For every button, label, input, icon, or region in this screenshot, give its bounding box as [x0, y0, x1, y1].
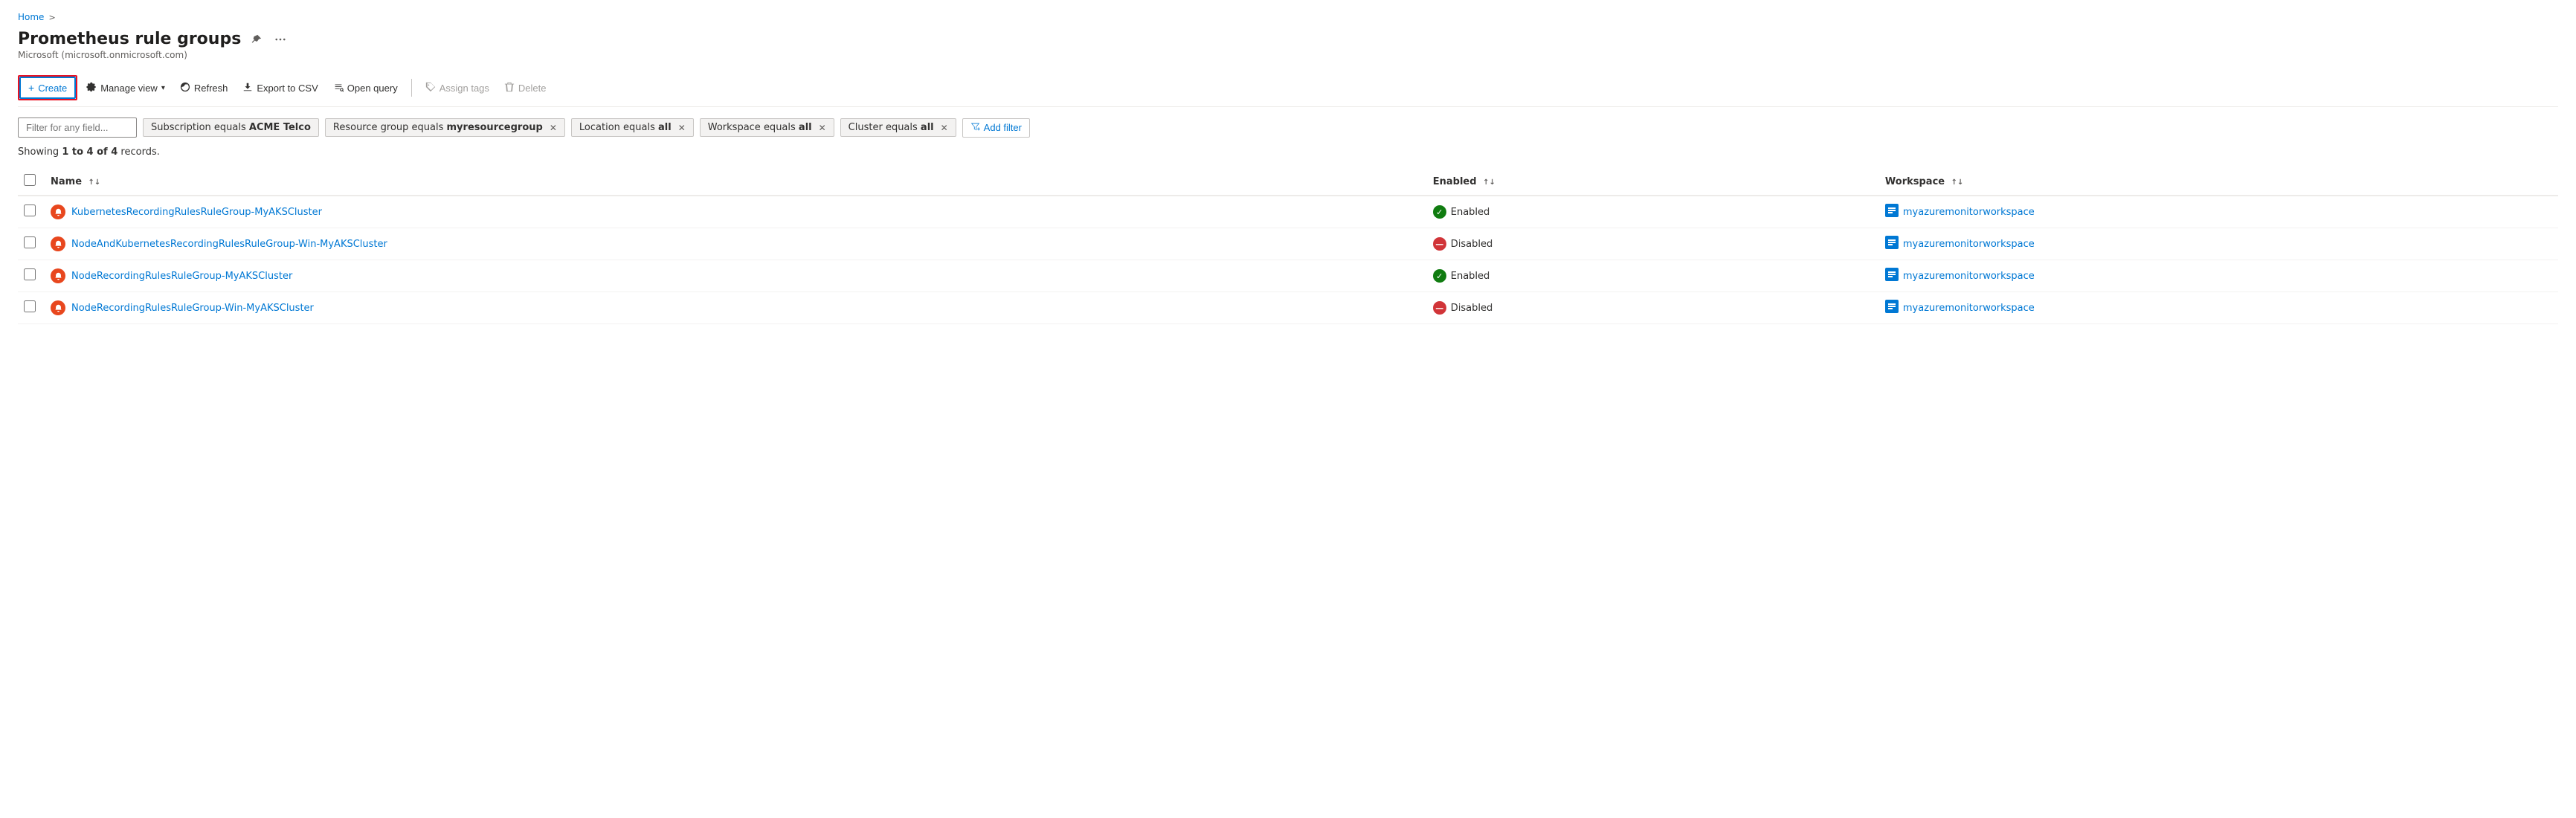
enabled-sort-icon: ↑↓: [1483, 178, 1495, 187]
filter-location-close[interactable]: ✕: [678, 123, 686, 133]
records-count: Showing 1 to 4 of 4 records.: [18, 146, 2558, 158]
row-rule-icon-1: [51, 236, 65, 251]
row-workspace-text-1: myazuremonitorworkspace: [1903, 239, 2035, 250]
page-title: Prometheus rule groups: [18, 30, 241, 48]
filter-workspace-close[interactable]: ✕: [819, 123, 826, 133]
pin-button[interactable]: [248, 33, 265, 46]
row-status-3: Disabled: [1433, 301, 1870, 315]
delete-button[interactable]: Delete: [498, 78, 553, 98]
filter-location: Location equals all ✕: [571, 118, 694, 137]
add-filter-icon: [970, 122, 980, 134]
page-subtitle: Microsoft (microsoft.onmicrosoft.com): [18, 50, 2558, 60]
header-checkbox: [18, 168, 45, 196]
row-name-link-0[interactable]: KubernetesRecordingRulesRuleGroup-MyAKSC…: [51, 204, 1418, 219]
filter-input[interactable]: [18, 117, 137, 138]
row-status-dot-1: [1433, 237, 1446, 251]
breadcrumb-separator: >: [48, 13, 55, 22]
toolbar: + Create Manage view ▾ Refresh: [18, 69, 2558, 107]
filter-cluster-close[interactable]: ✕: [941, 123, 948, 133]
row-status-1: Disabled: [1433, 237, 1870, 251]
header-workspace[interactable]: Workspace ↑↓: [1879, 168, 2558, 196]
manage-view-button[interactable]: Manage view ▾: [80, 78, 171, 98]
row-checkbox-1[interactable]: [24, 236, 36, 248]
select-all-checkbox[interactable]: [24, 174, 36, 186]
header-enabled[interactable]: Enabled ↑↓: [1427, 168, 1879, 196]
gear-icon: [86, 82, 97, 94]
row-name-text-0: KubernetesRecordingRulesRuleGroup-MyAKSC…: [71, 207, 322, 218]
row-status-dot-3: [1433, 301, 1446, 315]
row-rule-icon-0: [51, 204, 65, 219]
table-row: NodeAndKubernetesRecordingRulesRuleGroup…: [18, 228, 2558, 260]
page-header: Prometheus rule groups Microsoft (micros…: [18, 30, 2558, 60]
row-name-link-2[interactable]: NodeRecordingRulesRuleGroup-MyAKSCluster: [51, 268, 1418, 283]
breadcrumb-home[interactable]: Home: [18, 12, 44, 22]
table-row: NodeRecordingRulesRuleGroup-MyAKSCluster…: [18, 260, 2558, 292]
row-workspace-icon-1: [1885, 236, 1899, 252]
row-status-text-0: Enabled: [1451, 207, 1490, 218]
more-options-button[interactable]: [272, 33, 289, 46]
row-workspace-text-0: myazuremonitorworkspace: [1903, 207, 2035, 218]
filter-bar: Subscription equals ACME Telco Resource …: [18, 117, 2558, 138]
tag-icon: [425, 82, 436, 94]
table-row: KubernetesRecordingRulesRuleGroup-MyAKSC…: [18, 196, 2558, 228]
add-filter-button[interactable]: Add filter: [962, 118, 1030, 138]
row-workspace-icon-2: [1885, 268, 1899, 284]
filter-workspace: Workspace equals all ✕: [700, 118, 834, 137]
data-table: Name ↑↓ Enabled ↑↓ Workspace ↑↓ Kubernet…: [18, 168, 2558, 324]
row-checkbox-3[interactable]: [24, 300, 36, 312]
assign-tags-button[interactable]: Assign tags: [419, 78, 495, 98]
row-checkbox-2[interactable]: [24, 268, 36, 280]
delete-icon: [504, 82, 515, 94]
row-rule-icon-3: [51, 300, 65, 315]
row-workspace-link-1[interactable]: myazuremonitorworkspace: [1885, 236, 2549, 252]
filter-subscription: Subscription equals ACME Telco: [143, 118, 319, 137]
refresh-button[interactable]: Refresh: [174, 78, 234, 98]
name-sort-icon: ↑↓: [88, 178, 101, 187]
row-workspace-icon-0: [1885, 204, 1899, 220]
refresh-icon: [180, 82, 190, 94]
toolbar-separator-1: [411, 79, 412, 97]
export-csv-button[interactable]: Export to CSV: [236, 78, 323, 98]
row-status-dot-0: [1433, 205, 1446, 219]
row-name-link-3[interactable]: NodeRecordingRulesRuleGroup-Win-MyAKSClu…: [51, 300, 1418, 315]
row-status-text-1: Disabled: [1451, 239, 1493, 250]
row-workspace-icon-3: [1885, 300, 1899, 316]
download-icon: [242, 82, 253, 94]
row-status-text-3: Disabled: [1451, 303, 1493, 314]
row-name-text-1: NodeAndKubernetesRecordingRulesRuleGroup…: [71, 239, 387, 250]
plus-icon: +: [28, 82, 34, 94]
filter-resource-group-close[interactable]: ✕: [550, 123, 557, 133]
row-workspace-link-2[interactable]: myazuremonitorworkspace: [1885, 268, 2549, 284]
chevron-down-icon: ▾: [161, 84, 165, 92]
row-status-dot-2: [1433, 269, 1446, 283]
row-workspace-text-2: myazuremonitorworkspace: [1903, 271, 2035, 282]
row-checkbox-0[interactable]: [24, 204, 36, 216]
open-query-button[interactable]: Open query: [327, 78, 404, 98]
row-rule-icon-2: [51, 268, 65, 283]
row-name-text-3: NodeRecordingRulesRuleGroup-Win-MyAKSClu…: [71, 303, 314, 314]
table-row: NodeRecordingRulesRuleGroup-Win-MyAKSClu…: [18, 292, 2558, 324]
row-status-0: Enabled: [1433, 205, 1870, 219]
create-button[interactable]: + Create: [19, 77, 76, 99]
filter-cluster: Cluster equals all ✕: [840, 118, 956, 137]
row-status-text-2: Enabled: [1451, 271, 1490, 282]
filter-resource-group: Resource group equals myresourcegroup ✕: [325, 118, 565, 137]
row-name-link-1[interactable]: NodeAndKubernetesRecordingRulesRuleGroup…: [51, 236, 1418, 251]
create-outline: + Create: [18, 75, 77, 100]
row-workspace-text-3: myazuremonitorworkspace: [1903, 303, 2035, 314]
header-name[interactable]: Name ↑↓: [45, 168, 1427, 196]
query-icon: [333, 82, 344, 94]
breadcrumb: Home >: [18, 12, 2558, 22]
workspace-sort-icon: ↑↓: [1951, 178, 1964, 187]
row-workspace-link-3[interactable]: myazuremonitorworkspace: [1885, 300, 2549, 316]
row-status-2: Enabled: [1433, 269, 1870, 283]
row-workspace-link-0[interactable]: myazuremonitorworkspace: [1885, 204, 2549, 220]
row-name-text-2: NodeRecordingRulesRuleGroup-MyAKSCluster: [71, 271, 292, 282]
